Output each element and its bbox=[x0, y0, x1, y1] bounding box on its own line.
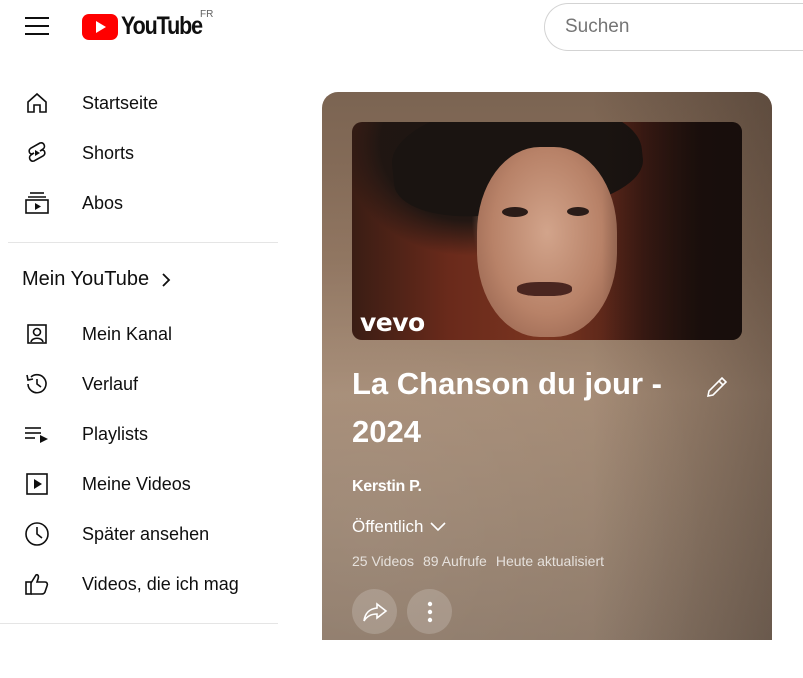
youtube-page: YouTube FR Startseite Shorts Abos bbox=[0, 0, 803, 678]
sidebar-item-subscriptions[interactable]: Abos bbox=[0, 180, 278, 226]
sidebar-item-label: Mein Kanal bbox=[82, 323, 173, 344]
sidebar-item-home[interactable]: Startseite bbox=[0, 80, 278, 126]
playlists-icon bbox=[24, 421, 50, 447]
chevron-right-icon bbox=[162, 272, 171, 287]
shorts-icon bbox=[24, 140, 50, 166]
thumbnail-eye bbox=[502, 207, 528, 217]
thumbs-up-icon bbox=[24, 571, 50, 597]
vevo-watermark: vevo bbox=[360, 308, 425, 337]
sidebar-divider bbox=[8, 242, 278, 243]
menu-icon[interactable] bbox=[25, 17, 49, 35]
updated-text: Heute aktualisiert bbox=[495, 553, 605, 569]
playlist-title: La Chanson du jour - 2024 bbox=[352, 366, 662, 449]
section-title: Mein YouTube bbox=[22, 268, 150, 290]
sidebar-divider bbox=[0, 623, 278, 624]
pencil-icon bbox=[706, 376, 728, 398]
country-code: FR bbox=[200, 9, 214, 20]
sidebar-item-label: Videos, die ich mag bbox=[82, 573, 239, 594]
sidebar-item-liked-videos[interactable]: Videos, die ich mag bbox=[0, 561, 278, 607]
sidebar-item-label: Playlists bbox=[82, 423, 149, 444]
playlist-stats: 25 Videos 89 Aufrufe Heute aktualisiert bbox=[352, 553, 604, 569]
sidebar-item-watch-later[interactable]: Später ansehen bbox=[0, 511, 278, 557]
view-count: 89 Aufrufe bbox=[423, 553, 487, 569]
more-actions-button[interactable] bbox=[407, 589, 452, 634]
youtube-logo[interactable]: YouTube bbox=[82, 12, 215, 41]
history-icon bbox=[24, 371, 50, 397]
search-box[interactable] bbox=[544, 3, 803, 51]
search-input[interactable] bbox=[565, 16, 803, 38]
share-icon bbox=[362, 601, 387, 621]
sidebar-item-history[interactable]: Verlauf bbox=[0, 361, 278, 407]
privacy-dropdown[interactable]: Öffentlich bbox=[352, 517, 446, 537]
sidebar-item-playlists[interactable]: Playlists bbox=[0, 411, 278, 457]
sidebar-item-label: Shorts bbox=[82, 142, 135, 163]
playlist-header-card: vevo La Chanson du jour - 2024 Kerstin P… bbox=[322, 92, 772, 640]
sidebar-item-label: Startseite bbox=[82, 92, 159, 113]
privacy-label: Öffentlich bbox=[352, 517, 424, 536]
subscriptions-icon bbox=[24, 190, 50, 216]
sidebar-item-label: Später ansehen bbox=[82, 523, 210, 544]
sidebar-item-my-videos[interactable]: Meine Videos bbox=[0, 461, 278, 507]
channel-icon bbox=[24, 321, 50, 347]
more-vertical-icon bbox=[427, 601, 432, 622]
sidebar-item-shorts[interactable]: Shorts bbox=[0, 130, 278, 176]
playlist-owner[interactable]: Kerstin P. bbox=[352, 478, 422, 496]
thumbnail-mouth bbox=[517, 282, 572, 296]
youtube-play-logo-icon bbox=[82, 13, 118, 40]
my-videos-icon bbox=[24, 471, 50, 497]
sidebar-item-label: Abos bbox=[82, 192, 124, 213]
thumbnail-face bbox=[477, 147, 617, 337]
chevron-down-icon bbox=[429, 522, 446, 532]
sidebar-item-label: Verlauf bbox=[82, 373, 139, 394]
sidebar-section-my-youtube[interactable]: Mein YouTube bbox=[22, 268, 171, 291]
sidebar-item-label: Meine Videos bbox=[82, 473, 191, 494]
share-button[interactable] bbox=[352, 589, 397, 634]
home-icon bbox=[24, 90, 50, 116]
sidebar-item-my-channel[interactable]: Mein Kanal bbox=[0, 311, 278, 357]
playlist-thumbnail[interactable]: vevo bbox=[352, 122, 742, 340]
thumbnail-shadow bbox=[602, 122, 742, 340]
watch-later-icon bbox=[24, 521, 50, 547]
logo-text: YouTube bbox=[121, 12, 203, 40]
video-count: 25 Videos bbox=[352, 553, 415, 569]
thumbnail-eye bbox=[567, 207, 589, 216]
edit-title-button[interactable] bbox=[702, 372, 732, 402]
